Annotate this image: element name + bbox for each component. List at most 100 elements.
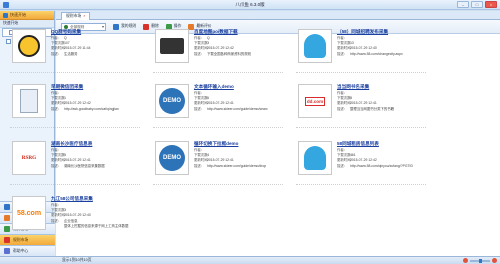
- rule-card[interactable]: 58同城租房信息列表 作者： 下载次数： 461 更新时间： 2015-07-29 12:…: [296, 141, 431, 191]
- card-divider: [296, 127, 426, 128]
- rule-thumbnail[interactable]: 58.com: [12, 196, 46, 230]
- zoom-in-icon[interactable]: [492, 258, 497, 263]
- field-label: 描述：: [194, 163, 205, 168]
- rule-card[interactable]: （58）同城招聘发布采集 作者： 下载次数： 13 更新时间： 2015-07-29 12…: [296, 29, 431, 79]
- rule-info: 湖南长沙医疗信息表 作者： 下载次数： 5 更新时间： 2015-07-29 12:41 描…: [51, 141, 145, 169]
- rule-card[interactable]: QQ群号码采集 作者： Q 下载次数： 107 更新时间： 2015-07-29 11:44…: [10, 29, 145, 79]
- status-bar: 显示1到10共10页: [0, 256, 500, 264]
- rule-info: QQ群号码采集 作者： Q 下载次数： 107 更新时间： 2015-07-29 11:44…: [51, 29, 145, 57]
- tab-close-icon[interactable]: ×: [83, 14, 85, 18]
- field-label: 描述：: [51, 163, 62, 168]
- desc-row: 描述： http://www.skieer.com/guide/demo/sear…: [194, 107, 288, 112]
- red-text-logo: RSRG: [21, 155, 37, 161]
- rule-title-link[interactable]: 循环切换下拉框demo: [194, 141, 288, 148]
- card-divider: [296, 72, 426, 73]
- rule-title-link[interactable]: QQ群号码采集: [51, 29, 145, 36]
- card-divider: [10, 127, 140, 128]
- document-icon: [20, 89, 38, 113]
- rule-title-link[interactable]: 当当网书名采集: [337, 84, 431, 91]
- sidebar-header[interactable]: 快速开始: [0, 11, 54, 20]
- rule-title-link[interactable]: 九江58公司信息采集: [51, 196, 145, 203]
- demo-badge-icon: DEMO: [159, 145, 185, 171]
- minimize-button[interactable]: –: [457, 1, 469, 8]
- desc-value: 生活服务: [64, 51, 78, 56]
- extra-row: 整体上挖掘的信息来源于网上工商主体数据: [51, 224, 145, 229]
- rule-thumbnail[interactable]: DEMO: [155, 141, 189, 175]
- desc-row: 描述： http://ask.goodbaby.com/cat/qingjian: [51, 107, 145, 112]
- rule-card[interactable]: DEMO 循环切换下拉框demo 作者： 下载次数： 4 更新时间： 2015-07-29 …: [153, 141, 288, 191]
- rule-info: 九江58公司信息采集 作者： 下载次数： 3 更新时间： 2015-07-29 12:40…: [51, 196, 145, 229]
- baidu-map-icon: [160, 38, 184, 54]
- card-divider: [10, 184, 140, 185]
- quick-start-icon: [3, 12, 8, 18]
- rule-card[interactable]: dd.com 当当网书名采集 作者： 下载次数： 8 更新时间： 2015-07-29 12…: [296, 84, 431, 134]
- dangdang-logo: dd.com: [304, 96, 326, 106]
- tab-label: 规则市场: [66, 14, 82, 18]
- rule-card[interactable]: DEMO 文本循环输入demo 作者： 下载次数： 6 更新时间： 2015-07-29 1…: [153, 84, 288, 134]
- field-label: 描述：: [337, 106, 348, 111]
- help-icon: [4, 248, 10, 254]
- desc-value: 湖南长沙医院信息采集数据: [64, 163, 105, 168]
- rule-thumbnail[interactable]: DEMO: [155, 84, 189, 118]
- window-controls: – □ ×: [457, 1, 497, 8]
- rule-title-link[interactable]: 58同城租房信息列表: [337, 141, 431, 148]
- zoom-control[interactable]: [463, 258, 497, 263]
- maximize-button[interactable]: □: [471, 1, 483, 8]
- card-divider: [153, 127, 283, 128]
- zoom-slider[interactable]: [470, 258, 490, 263]
- rule-title-link[interactable]: 湖南长沙医疗信息表: [51, 141, 145, 148]
- demo-badge-icon: DEMO: [159, 88, 185, 114]
- rule-info: 文本循环输入demo 作者： 下载次数： 6 更新时间： 2015-07-29 12:41…: [194, 84, 288, 112]
- card-divider: [153, 72, 283, 73]
- octopus-icon: [304, 146, 326, 170]
- rule-thumbnail[interactable]: dd.com: [298, 84, 332, 118]
- rule-thumbnail[interactable]: [298, 141, 332, 175]
- card-divider: [153, 184, 283, 185]
- window-title: 八爪鱼 6.3.0版: [235, 2, 265, 7]
- rule-info: 早期微信团采集 作者： 下载次数： 1 更新时间： 2015-07-29 12:42 描述：…: [51, 84, 145, 112]
- rule-title-link[interactable]: 早期微信团采集: [51, 84, 145, 91]
- desc-value: 下载全国各种商家资料的规则: [207, 51, 252, 56]
- tab-bar: 规则市场 ×: [56, 11, 500, 20]
- field-label: 描述：: [51, 51, 62, 56]
- field-label: 描述：: [51, 106, 62, 111]
- desc-row: 描述： http://www.58.com/changecity.aspx: [337, 52, 431, 57]
- sidebar-subheader: 快速开始: [0, 20, 54, 28]
- tab-rule-market[interactable]: 规则市场 ×: [61, 12, 91, 20]
- rule-title-link[interactable]: 文本循环输入demo: [194, 84, 288, 91]
- close-button[interactable]: ×: [485, 1, 497, 8]
- rule-thumbnail[interactable]: RSRG: [12, 141, 46, 175]
- field-label: 描述：: [194, 106, 205, 111]
- field-label: 描述：: [337, 163, 348, 168]
- rule-title-link[interactable]: 百度地图poi数据下载: [194, 29, 288, 36]
- rule-info: 58同城租房信息列表 作者： 下载次数： 461 更新时间： 2015-07-29 12:…: [337, 141, 431, 169]
- zoom-out-icon[interactable]: [463, 258, 468, 263]
- rule-card[interactable]: 百度地图poi数据下载 作者： Q 下载次数： 3 更新时间： 2015-07-29 12:…: [153, 29, 288, 79]
- card-divider: [296, 184, 426, 185]
- desc-row: 描述： 湖南长沙医院信息采集数据: [51, 164, 145, 169]
- octopus-icon: [304, 34, 326, 58]
- rule-thumbnail[interactable]: [298, 29, 332, 63]
- rule-thumbnail[interactable]: [12, 84, 46, 118]
- rule-title-link[interactable]: （58）同城招聘发布采集: [337, 29, 431, 36]
- nav-help-center[interactable]: 帮助中心: [0, 245, 55, 256]
- rule-thumbnail[interactable]: [155, 29, 189, 63]
- desc-row: 描述： http://www.58.com/qinyou/zufang/?PGTI…: [337, 164, 431, 169]
- nav-label: 帮助中心: [13, 248, 29, 253]
- zoom-knob[interactable]: [479, 258, 482, 263]
- rule-thumbnail[interactable]: [12, 29, 46, 63]
- rule-card[interactable]: 早期微信团采集 作者： 下载次数： 1 更新时间： 2015-07-29 12:42 描述：…: [10, 84, 145, 134]
- desc-row: 描述： http://www.skieer.com/guide/demo/drop: [194, 164, 288, 169]
- rule-info: 当当网书名采集 作者： 下载次数： 8 更新时间： 2015-07-29 12:41 描述：…: [337, 84, 431, 112]
- rule-info: 百度地图poi数据下载 作者： Q 下载次数： 3 更新时间： 2015-07-29 12:…: [194, 29, 288, 57]
- desc-value: http://www.skieer.com/guide/demo/drop: [207, 163, 267, 168]
- 58-logo: 58.com: [16, 209, 42, 217]
- field-label: 描述：: [337, 51, 348, 56]
- desc-row: 描述： 整理当当网图书分类下的书籍: [337, 107, 431, 112]
- rule-card[interactable]: 58.com 九江58公司信息采集 作者： 下载次数： 3 更新时间： 2015-07-29…: [10, 196, 145, 246]
- desc-value: http://www.58.com/changecity.aspx: [350, 51, 403, 56]
- desc-row: 描述： 生活服务: [51, 52, 145, 57]
- sidebar-header-label: 快速开始: [10, 12, 26, 17]
- status-text: 显示1到10共10页: [62, 258, 92, 262]
- rule-card[interactable]: RSRG 湖南长沙医疗信息表 作者： 下载次数： 5 更新时间： 2015-07-29 12…: [10, 141, 145, 191]
